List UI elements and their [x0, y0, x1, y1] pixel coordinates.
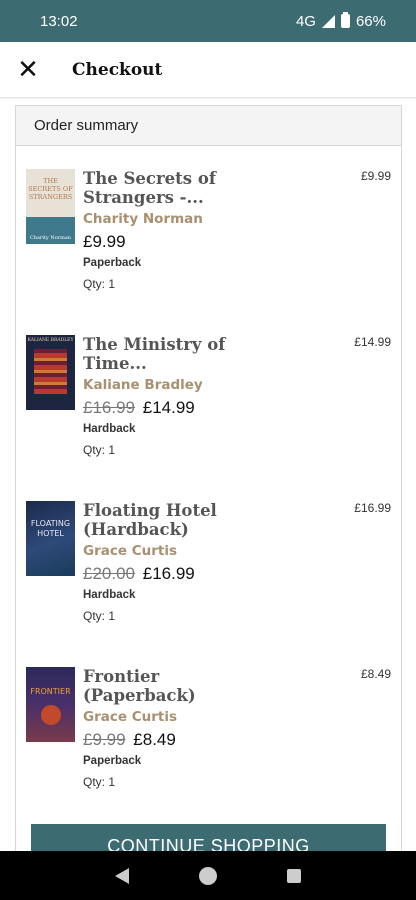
- cover-title-text: THE SECRETS OF STRANGERS: [28, 177, 73, 201]
- item-author[interactable]: Kaliane Bradley: [83, 377, 308, 393]
- back-icon[interactable]: [115, 867, 129, 884]
- item-price: £8.49: [133, 730, 176, 749]
- item-title[interactable]: The Secrets of Strangers -...: [83, 169, 308, 207]
- order-item: FRONTIER Frontier (Paperback) Grace Curt…: [26, 667, 391, 817]
- status-time: 13:02: [40, 12, 78, 30]
- item-title-line: The Ministry of: [83, 335, 226, 354]
- order-item: KALIANE BRADLEY The Ministry of Time... …: [26, 335, 391, 485]
- page-title: Checkout: [72, 59, 163, 80]
- battery-icon: [340, 12, 350, 28]
- recent-apps-icon[interactable]: [287, 868, 301, 883]
- item-quantity: Qty: 1: [83, 443, 116, 457]
- item-price-row: £20.00 £16.99: [83, 564, 308, 584]
- item-title-line: Strangers -...: [83, 188, 204, 207]
- network-type: 4G: [295, 12, 316, 30]
- item-price-row: £9.99: [83, 232, 308, 252]
- order-summary-header: Order summary: [16, 106, 401, 146]
- book-cover-image[interactable]: THE SECRETS OF STRANGERS Charity Norman: [26, 169, 75, 244]
- item-title-line: The Secrets of: [83, 169, 216, 188]
- item-line-total: £16.99: [354, 501, 391, 515]
- item-format: Paperback: [83, 755, 142, 767]
- item-quantity: Qty: 1: [83, 775, 116, 789]
- item-format: Hardback: [83, 423, 136, 435]
- item-price-row: £16.99 £14.99: [83, 398, 308, 418]
- app-bar: ✕ Checkout: [0, 42, 416, 98]
- order-summary: Order summary THE SECRETS OF STRANGERS C…: [15, 105, 402, 865]
- book-cover-image[interactable]: FRONTIER: [26, 667, 75, 742]
- item-original-price: £16.99: [83, 398, 135, 417]
- item-title-line: Frontier: [83, 667, 160, 686]
- order-item: FLOATING HOTEL Floating Hotel (Hardback)…: [26, 501, 391, 651]
- item-line-total: £9.99: [360, 169, 391, 183]
- item-title-line: (Hardback): [83, 520, 189, 539]
- item-line-total: £8.49: [360, 667, 391, 681]
- item-price-row: £9.99 £8.49: [83, 730, 308, 750]
- item-original-price: £20.00: [83, 564, 135, 583]
- item-title[interactable]: Frontier (Paperback): [83, 667, 308, 705]
- cover-title-text: FRONTIER: [30, 687, 71, 696]
- cover-author-text: Charity Norman: [29, 235, 72, 241]
- system-nav-bar: [0, 851, 416, 900]
- book-cover-image[interactable]: KALIANE BRADLEY: [26, 335, 75, 410]
- item-price: £14.99: [142, 398, 195, 417]
- battery-level: 66%: [355, 12, 386, 30]
- item-title-line: Time...: [83, 354, 147, 373]
- item-info: Frontier (Paperback) Grace Curtis £9.99 …: [83, 667, 308, 789]
- signal-icon: [321, 14, 335, 28]
- home-icon[interactable]: [199, 866, 217, 885]
- item-format: Paperback: [83, 257, 142, 269]
- status-bar: 13:02 4G 66%: [0, 0, 416, 42]
- item-title[interactable]: Floating Hotel (Hardback): [83, 501, 308, 539]
- cover-art: [34, 349, 67, 394]
- item-info: The Ministry of Time... Kaliane Bradley …: [83, 335, 308, 457]
- item-author[interactable]: Charity Norman: [83, 211, 308, 227]
- item-line-total: £14.99: [354, 335, 391, 349]
- item-format: Hardback: [83, 589, 136, 601]
- cover-title-text: FLOATING HOTEL: [30, 519, 71, 538]
- item-price: £9.99: [83, 232, 126, 251]
- book-cover-image[interactable]: FLOATING HOTEL: [26, 501, 75, 576]
- order-item: THE SECRETS OF STRANGERS Charity Norman …: [26, 169, 391, 319]
- status-icons: 4G 66%: [295, 12, 386, 30]
- item-info: Floating Hotel (Hardback) Grace Curtis £…: [83, 501, 308, 623]
- item-title-line: (Paperback): [83, 686, 196, 705]
- item-author[interactable]: Grace Curtis: [83, 543, 308, 559]
- close-icon[interactable]: ✕: [0, 42, 56, 98]
- item-price: £16.99: [142, 564, 195, 583]
- item-quantity: Qty: 1: [83, 609, 116, 623]
- item-original-price: £9.99: [83, 730, 126, 749]
- item-info: The Secrets of Strangers -... Charity No…: [83, 169, 308, 291]
- item-title[interactable]: The Ministry of Time...: [83, 335, 308, 373]
- cover-author-text: KALIANE BRADLEY: [27, 338, 74, 343]
- item-author[interactable]: Grace Curtis: [83, 709, 308, 725]
- cover-art: [41, 705, 61, 725]
- item-quantity: Qty: 1: [83, 277, 116, 291]
- item-title-line: Floating Hotel: [83, 501, 217, 520]
